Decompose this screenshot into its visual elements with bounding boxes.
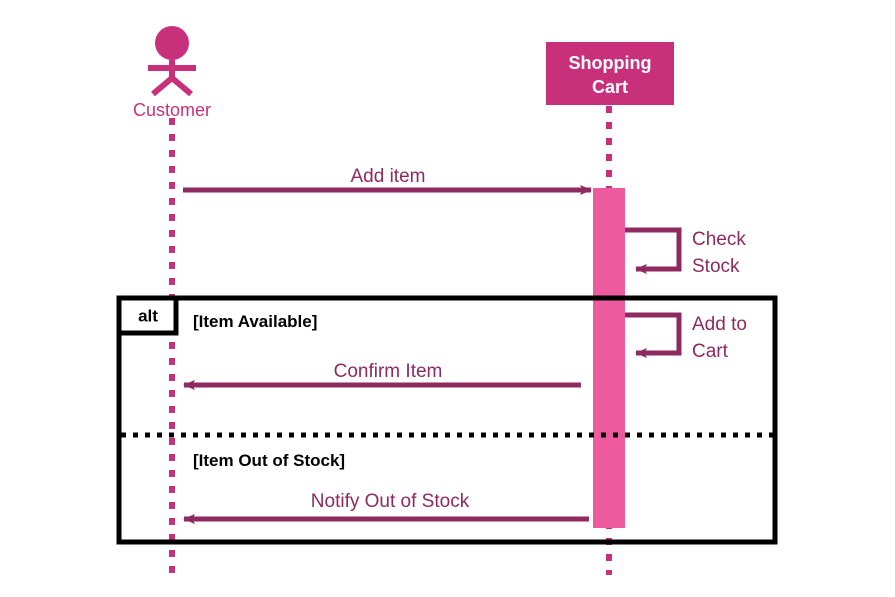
message-check-stock-label-line2: Stock	[692, 256, 740, 277]
actor-right-leg-line	[170, 75, 193, 97]
actor-customer[interactable]: Customer	[133, 26, 211, 120]
activation-bar-shopping-cart	[593, 188, 625, 528]
message-notify-out-of-stock-label: Notify Out of Stock	[311, 491, 470, 512]
participant-shopping-cart[interactable]: Shopping Cart	[546, 42, 674, 105]
message-confirm-item[interactable]: Confirm Item	[183, 361, 581, 390]
actor-head-icon	[155, 26, 189, 60]
message-add-to-cart[interactable]: Add to Cart	[625, 312, 747, 362]
message-add-to-cart-label-line1: Add to	[692, 314, 747, 335]
message-add-to-cart-path	[625, 312, 682, 358]
message-add-to-cart-label-line2: Cart	[692, 341, 729, 362]
sequence-diagram-canvas: Customer Shopping Cart Add item Check St…	[0, 0, 895, 597]
shopping-cart-label-line2: Cart	[592, 77, 628, 97]
actor-customer-label: Customer	[133, 100, 211, 120]
message-check-stock-path	[625, 227, 682, 274]
message-check-stock-label-line1: Check	[692, 229, 746, 250]
message-add-item-label: Add item	[351, 166, 426, 187]
shopping-cart-label-line1: Shopping	[569, 53, 652, 73]
message-confirm-item-label: Confirm Item	[334, 361, 443, 382]
alt-guard-item-out-of-stock: [Item Out of Stock]	[193, 451, 345, 470]
sequence-diagram: Customer Shopping Cart Add item Check St…	[116, 26, 778, 575]
alt-guard-item-available: [Item Available]	[193, 312, 317, 331]
actor-left-leg-line	[151, 75, 174, 97]
message-notify-out-of-stock[interactable]: Notify Out of Stock	[183, 491, 589, 524]
message-check-stock[interactable]: Check Stock	[625, 227, 746, 277]
message-add-item[interactable]: Add item	[183, 166, 592, 195]
alt-operator-label: alt	[138, 306, 158, 325]
